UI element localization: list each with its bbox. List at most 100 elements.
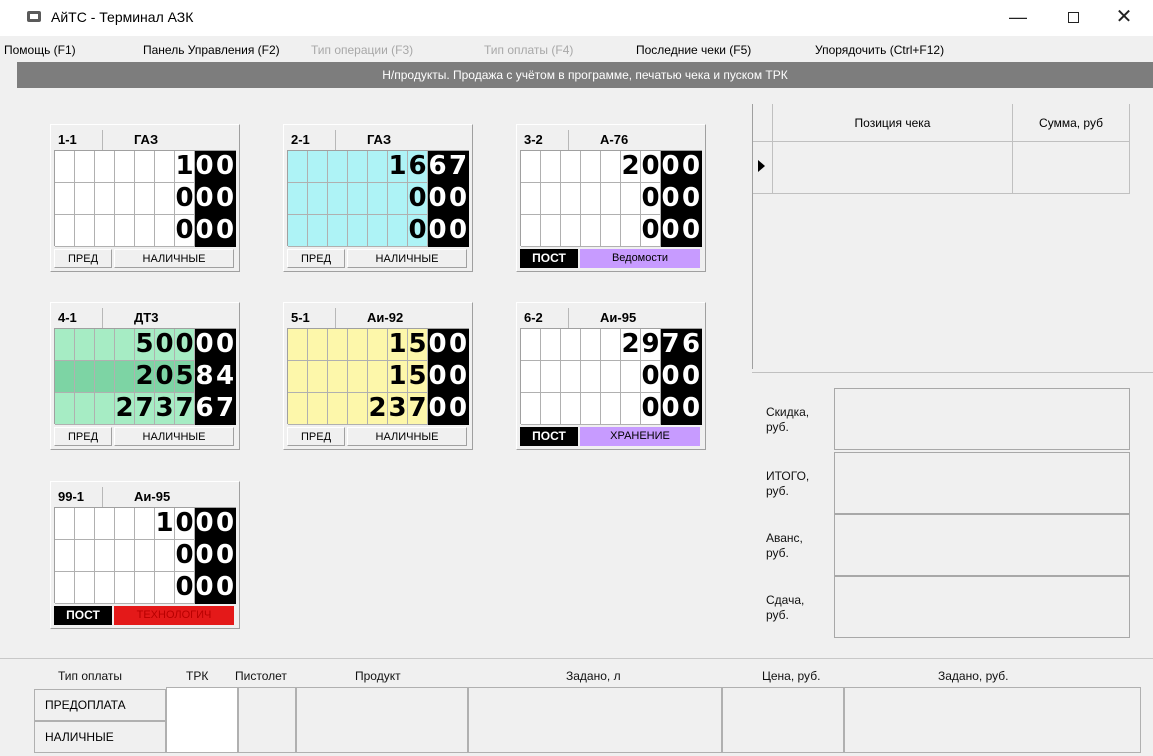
pump-tile[interactable]: 6-2 Аи-95 2 9 7 6 0 0 0 0 0 0 ПОСТ ХРАНЕНИЕ <box>516 302 706 450</box>
counter-digit: 0 <box>175 540 195 572</box>
receipt-position-cell[interactable] <box>773 142 1013 194</box>
counter-cell <box>155 540 175 572</box>
counter-cell <box>288 151 308 183</box>
counter-cell <box>348 393 368 425</box>
counter-cell <box>601 215 621 247</box>
pump-footer: ПРЕД НАЛИЧНЫЕ <box>54 249 236 268</box>
counter-digit: 0 <box>681 183 702 215</box>
counter-digit: 0 <box>195 329 215 361</box>
product-header: Продукт <box>355 669 401 683</box>
pump-payment-label: ТЕХНОЛОГИЧ <box>114 606 234 625</box>
receipt-sum-cell[interactable] <box>1013 142 1130 194</box>
pump-payment-label: НАЛИЧНЫЕ <box>114 427 234 446</box>
set-rub-field[interactable] <box>844 687 1141 753</box>
counter-cell <box>75 215 95 247</box>
counter-cell <box>521 215 541 247</box>
pump-header: 99-1 Аи-95 <box>54 485 236 507</box>
counter-digit: 0 <box>175 329 195 361</box>
pump-tile[interactable]: 1-1 ГАЗ 1 0 0 0 0 0 0 0 0 ПРЕД НАЛИЧНЫЕ <box>50 124 240 272</box>
receipt-row-indicator[interactable] <box>753 142 773 194</box>
pump-tile[interactable]: 2-1 ГАЗ 1 6 6 7 0 0 0 0 0 0 ПРЕД НАЛИЧНЫЕ <box>283 124 473 272</box>
set-liters-field[interactable] <box>468 687 722 753</box>
counter-cell <box>621 215 641 247</box>
counter-digit: 7 <box>215 393 236 425</box>
counter-cell <box>388 215 408 247</box>
counter-cell <box>155 183 175 215</box>
product-field[interactable] <box>296 687 468 753</box>
counter-row: 1667 <box>288 151 470 183</box>
menu-last-receipts[interactable]: Последние чеки (F5) <box>636 43 751 57</box>
pay-option-cash[interactable]: НАЛИЧНЫЕ <box>34 721 166 753</box>
counter-digit: 0 <box>661 215 681 247</box>
menu-control-panel[interactable]: Панель Управления (F2) <box>143 43 280 57</box>
receipt-sum-header[interactable]: Сумма, руб <box>1013 104 1130 142</box>
minimize-button[interactable]: — <box>998 2 1038 32</box>
pump-counter-grid: 1500150023700 <box>287 328 470 425</box>
counter-digit: 3 <box>388 393 408 425</box>
trk-field[interactable] <box>166 687 238 753</box>
menu-operation-type[interactable]: Тип операции (F3) <box>311 43 413 57</box>
pump-operation-label: ПРЕД <box>287 249 345 268</box>
set-rub-header: Задано, руб. <box>938 669 1009 683</box>
pump-footer: ПРЕД НАЛИЧНЫЕ <box>287 427 469 446</box>
pump-tile[interactable]: 3-2 А-76 2 0 0 0 0 0 0 0 0 0 ПОСТ Ведомости <box>516 124 706 272</box>
receipt-grid: Позиция чека Сумма, руб <box>752 104 1130 369</box>
counter-cell <box>135 151 155 183</box>
counter-cell <box>288 183 308 215</box>
menu-arrange[interactable]: Упорядочить (Ctrl+F12) <box>815 43 944 57</box>
counter-cell <box>55 183 75 215</box>
counter-digit: 0 <box>175 572 195 604</box>
counter-digit: 0 <box>408 183 428 215</box>
counter-cell <box>115 361 135 393</box>
counter-row: 23700 <box>288 393 470 425</box>
counter-digit: 5 <box>408 361 428 393</box>
counter-digit: 0 <box>448 215 469 247</box>
counter-digit: 2 <box>368 393 388 425</box>
menu-payment-type[interactable]: Тип оплаты (F4) <box>484 43 573 57</box>
counter-digit: 0 <box>681 151 702 183</box>
counter-cell <box>308 361 328 393</box>
counter-digit: 7 <box>408 393 428 425</box>
counter-digit: 0 <box>448 183 469 215</box>
counter-cell <box>541 151 561 183</box>
counter-digit: 5 <box>175 361 195 393</box>
pay-option-prepay[interactable]: ПРЕДОПЛАТА <box>34 689 166 721</box>
window-title: АйТС - Терминал АЗК <box>51 9 194 25</box>
counter-digit: 0 <box>155 361 175 393</box>
counter-cell <box>95 393 115 425</box>
counter-cell <box>135 508 155 540</box>
counter-cell <box>115 329 135 361</box>
counter-digit: 0 <box>195 540 215 572</box>
counter-row: 1000 <box>55 508 237 540</box>
nozzle-field[interactable] <box>238 687 296 753</box>
menu-help[interactable]: Помощь (F1) <box>4 43 76 57</box>
row-pointer-icon <box>758 160 765 172</box>
counter-row: 000 <box>55 183 237 215</box>
counter-cell <box>95 183 115 215</box>
close-button[interactable]: ✕ <box>1104 2 1144 32</box>
pump-header: 5-1 Аи-92 <box>287 306 469 328</box>
counter-cell <box>155 572 175 604</box>
pump-counter-grid: 1000000000 <box>54 507 237 604</box>
counter-cell <box>135 183 155 215</box>
counter-cell <box>541 361 561 393</box>
counter-row: 000 <box>521 215 703 247</box>
price-field[interactable] <box>722 687 844 753</box>
counter-cell <box>155 215 175 247</box>
counter-row: 1500 <box>288 361 470 393</box>
pump-tile[interactable]: 5-1 Аи-92 1 5 0 0 1 5 0 0 2 3 7 0 0 ПРЕД НАЛИЧНЫЕ <box>283 302 473 450</box>
counter-cell <box>55 329 75 361</box>
receipt-position-header[interactable]: Позиция чека <box>773 104 1013 142</box>
pump-tile[interactable]: 4-1 ДТ3 5 0 0 0 0 2 0 5 8 4 2 7 3 7 6 7 ПРЕД НАЛИЧНЫЕ <box>50 302 240 450</box>
pump-product: А-76 <box>600 132 629 147</box>
counter-digit: 0 <box>195 508 215 540</box>
pump-payment-label: НАЛИЧНЫЕ <box>347 249 467 268</box>
counter-digit: 2 <box>115 393 135 425</box>
counter-digit: 0 <box>661 361 681 393</box>
pump-tile[interactable]: 99-1 Аи-95 1 0 0 0 0 0 0 0 0 0 ПОСТ ТЕХНОЛОГИЧ <box>50 481 240 629</box>
pump-id: 2-1 <box>291 132 310 147</box>
maximize-button[interactable] <box>1053 2 1093 32</box>
counter-digit: 0 <box>215 540 236 572</box>
counter-cell <box>135 215 155 247</box>
counter-cell <box>115 151 135 183</box>
